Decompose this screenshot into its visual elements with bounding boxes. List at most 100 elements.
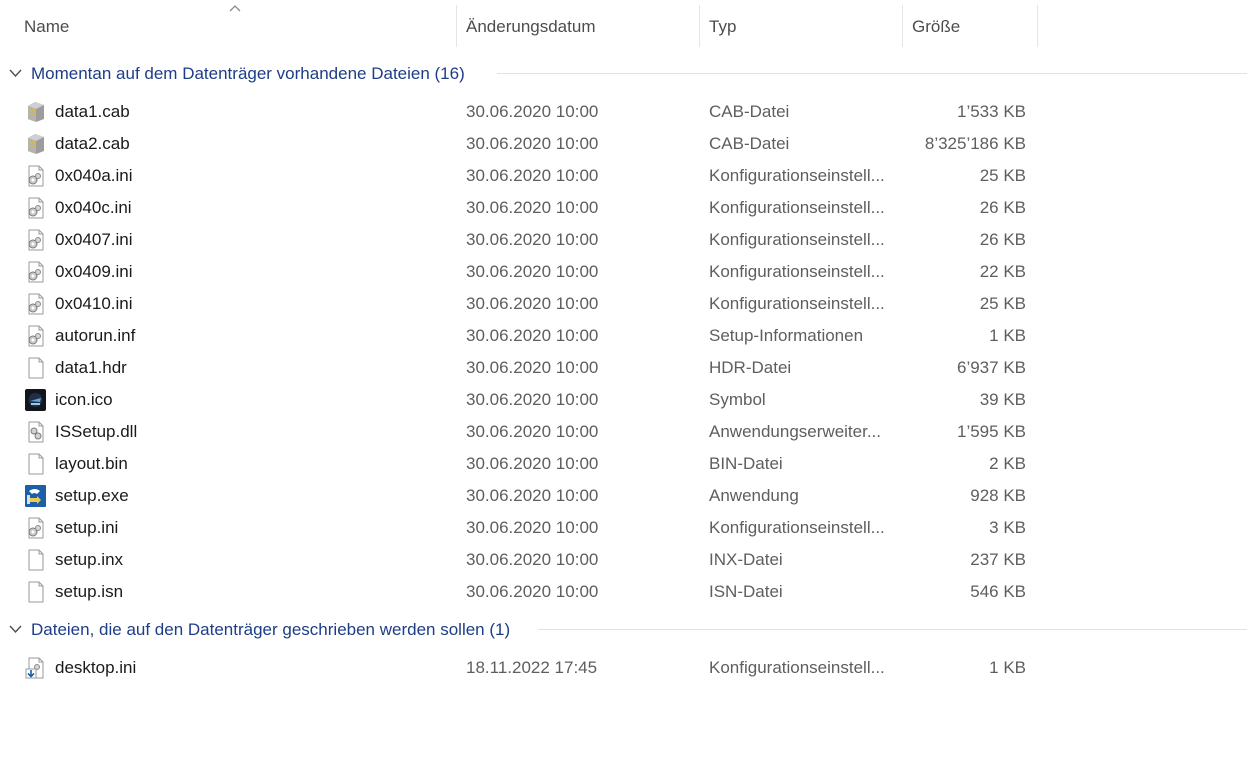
file-size: 1’595 KB <box>957 422 1026 441</box>
file-row[interactable]: 0x0407.ini 30.06.2020 10:00 Konfigurations… <box>0 224 1040 256</box>
pending-burn-file-icon <box>25 657 46 679</box>
group-divider-line <box>538 629 1247 630</box>
file-name: setup.ini <box>55 518 119 537</box>
file-date: 30.06.2020 10:00 <box>466 134 599 153</box>
group-title: Momentan auf dem Datenträger vorhandene … <box>31 64 465 83</box>
file-size: 1’533 KB <box>957 102 1026 121</box>
file-name: 0x040c.ini <box>55 198 132 217</box>
file-date: 30.06.2020 10:00 <box>466 582 599 601</box>
file-name: layout.bin <box>55 454 128 473</box>
file-row[interactable]: layout.bin 30.06.2020 10:00 BIN-Datei 2 KB <box>0 448 1040 480</box>
file-name: ISSetup.dll <box>55 422 138 441</box>
column-header-size[interactable]: Größe <box>903 5 1037 47</box>
file-size: 25 KB <box>979 294 1026 313</box>
file-row[interactable]: setup.exe 30.06.2020 10:00 Anwendung 928 KB <box>0 480 1040 512</box>
file-name: icon.ico <box>55 390 113 409</box>
file-list-pending: desktop.ini 18.11.2022 17:45 Konfiguration… <box>0 652 1247 684</box>
file-date: 30.06.2020 10:00 <box>466 230 599 249</box>
file-name: desktop.ini <box>55 658 137 677</box>
file-row[interactable]: data2.cab 30.06.2020 10:00 CAB-Datei 8’325’… <box>0 128 1040 160</box>
file-name: setup.exe <box>55 486 129 505</box>
file-row[interactable]: autorun.inf 30.06.2020 10:00 Setup-Informa… <box>0 320 1040 352</box>
file-date: 30.06.2020 10:00 <box>466 518 599 537</box>
column-header-date[interactable]: Änderungsdatum <box>457 5 699 47</box>
file-row[interactable]: setup.inx 30.06.2020 10:00 INX-Datei 237 KB <box>0 544 1040 576</box>
file-size: 26 KB <box>979 230 1026 249</box>
blank-file-icon <box>25 453 46 475</box>
file-type: CAB-Datei <box>709 134 790 153</box>
file-size: 3 KB <box>989 518 1026 537</box>
file-size: 928 KB <box>970 486 1026 505</box>
column-size-label: Größe <box>912 17 961 36</box>
file-type: Konfigurationseinstell... <box>709 198 885 217</box>
file-type: INX-Datei <box>709 550 783 569</box>
file-name: setup.inx <box>55 550 124 569</box>
file-size: 1 KB <box>989 658 1026 677</box>
file-type: BIN-Datei <box>709 454 783 473</box>
file-row[interactable]: 0x0410.ini 30.06.2020 10:00 Konfigurations… <box>0 288 1040 320</box>
file-row[interactable]: 0x0409.ini 30.06.2020 10:00 Konfigurations… <box>0 256 1040 288</box>
file-date: 30.06.2020 10:00 <box>466 390 599 409</box>
chevron-down-icon[interactable] <box>9 68 22 78</box>
file-size: 546 KB <box>970 582 1026 601</box>
file-type: Konfigurationseinstell... <box>709 230 885 249</box>
file-name: 0x0410.ini <box>55 294 133 313</box>
config-file-icon <box>25 197 46 219</box>
file-list-current: data1.cab 30.06.2020 10:00 CAB-Datei 1’533 … <box>0 96 1247 608</box>
config-file-icon <box>25 325 46 347</box>
file-row[interactable]: setup.ini 30.06.2020 10:00 Konfigurationse… <box>0 512 1040 544</box>
file-date: 30.06.2020 10:00 <box>466 262 599 281</box>
file-row[interactable]: data1.cab 30.06.2020 10:00 CAB-Datei 1’533 … <box>0 96 1040 128</box>
file-name: 0x040a.ini <box>55 166 133 185</box>
file-name: 0x0409.ini <box>55 262 133 281</box>
file-type: ISN-Datei <box>709 582 783 601</box>
file-size: 39 KB <box>979 390 1026 409</box>
file-row[interactable]: 0x040c.ini 30.06.2020 10:00 Konfigurations… <box>0 192 1040 224</box>
config-file-icon <box>25 165 46 187</box>
group-header-current-files[interactable]: Momentan auf dem Datenträger vorhandene … <box>0 59 1247 89</box>
setup-exe-icon <box>25 485 46 507</box>
blank-file-icon <box>25 581 46 603</box>
config-file-icon <box>25 517 46 539</box>
file-date: 18.11.2022 17:45 <box>466 658 598 677</box>
file-row[interactable]: desktop.ini 18.11.2022 17:45 Konfiguration… <box>0 652 1040 684</box>
file-date: 30.06.2020 10:00 <box>466 358 599 377</box>
chevron-down-icon[interactable] <box>9 624 22 634</box>
file-type: Konfigurationseinstell... <box>709 262 885 281</box>
file-row[interactable]: data1.hdr 30.06.2020 10:00 HDR-Datei 6’937 … <box>0 352 1040 384</box>
sort-ascending-icon <box>229 5 241 12</box>
blank-file-icon <box>25 357 46 379</box>
file-type: Konfigurationseinstell... <box>709 166 885 185</box>
cab-file-icon <box>25 133 46 155</box>
column-divider[interactable] <box>1037 5 1038 47</box>
file-row[interactable]: ISSetup.dll 30.06.2020 10:00 Anwendungserw… <box>0 416 1040 448</box>
file-row[interactable]: setup.isn 30.06.2020 10:00 ISN-Datei 546 KB <box>0 576 1040 608</box>
cab-file-icon <box>25 101 46 123</box>
file-name: data1.cab <box>55 102 130 121</box>
file-size: 6’937 KB <box>957 358 1026 377</box>
config-file-icon <box>25 293 46 315</box>
file-type: Konfigurationseinstell... <box>709 658 885 677</box>
file-name: setup.isn <box>55 582 124 601</box>
file-date: 30.06.2020 10:00 <box>466 422 599 441</box>
file-type: Anwendungserweiter... <box>709 422 881 441</box>
file-type: Konfigurationseinstell... <box>709 518 885 537</box>
file-date: 30.06.2020 10:00 <box>466 454 599 473</box>
file-type: HDR-Datei <box>709 358 792 377</box>
file-size: 1 KB <box>989 326 1026 345</box>
file-type: Symbol <box>709 390 766 409</box>
column-date-label: Änderungsdatum <box>466 17 596 36</box>
config-file-icon <box>25 261 46 283</box>
file-row[interactable]: 0x040a.ini 30.06.2020 10:00 Konfigurations… <box>0 160 1040 192</box>
file-size: 2 KB <box>989 454 1026 473</box>
column-header-type[interactable]: Typ <box>700 5 902 47</box>
file-date: 30.06.2020 10:00 <box>466 486 599 505</box>
file-date: 30.06.2020 10:00 <box>466 294 599 313</box>
file-row[interactable]: icon.ico 30.06.2020 10:00 Symbol 39 KB <box>0 384 1040 416</box>
file-type: Anwendung <box>709 486 799 505</box>
file-size: 22 KB <box>979 262 1026 281</box>
blank-file-icon <box>25 549 46 571</box>
file-name: 0x0407.ini <box>55 230 133 249</box>
file-date: 30.06.2020 10:00 <box>466 198 599 217</box>
group-header-pending-files[interactable]: Dateien, die auf den Datenträger geschri… <box>0 615 1247 645</box>
